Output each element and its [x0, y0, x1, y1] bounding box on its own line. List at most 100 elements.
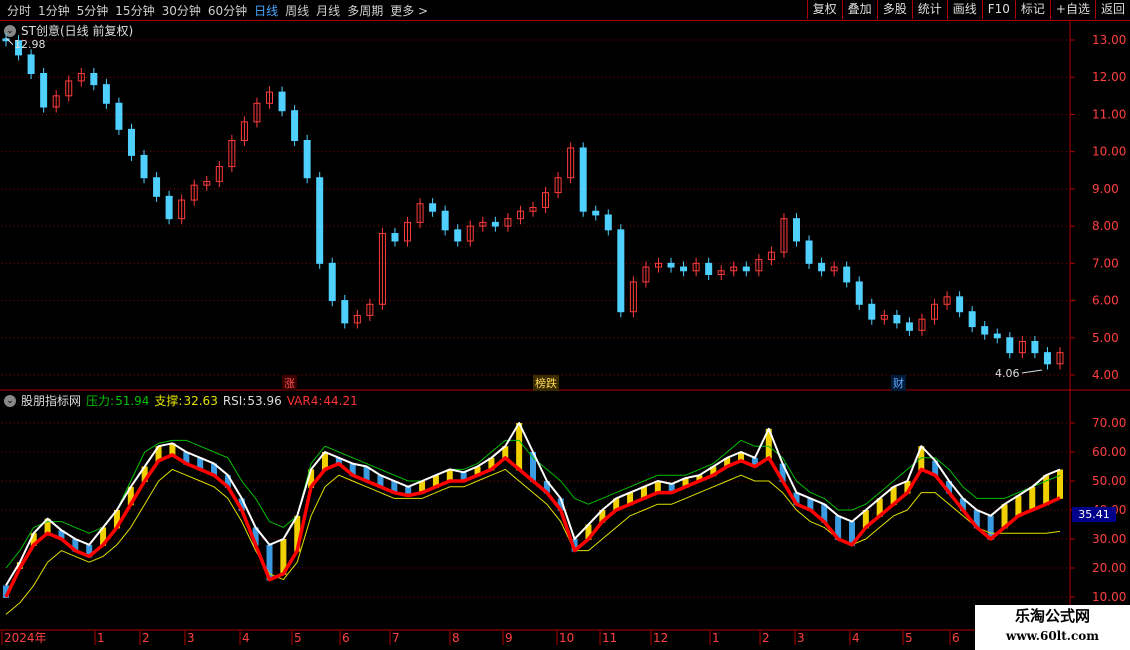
candle-body [843, 266, 851, 283]
candle-body [993, 333, 1001, 339]
candle-body [153, 177, 161, 197]
time-label: 3 [187, 631, 195, 645]
chart-canvas[interactable]: 13.00 12.00 11.00 10.00 9.00 8.00 7.00 6.00 5.00… [0, 0, 1130, 650]
candle-body [742, 266, 750, 272]
watermark-url: www.60lt.com [1006, 629, 1099, 643]
candle-body [165, 195, 173, 220]
rsi-band-bar [516, 423, 523, 471]
var4-value: 44.21 [323, 393, 358, 408]
candle-body [1006, 337, 1014, 354]
watermark-title: 乐淘公式网 [1014, 607, 1090, 625]
candle-body [818, 262, 826, 272]
price-tick-label: 12.00 [1092, 70, 1126, 84]
price-tick-label: 11.00 [1092, 107, 1126, 121]
candle-body [667, 262, 675, 268]
time-label: 4 [242, 631, 250, 645]
time-label: 8 [452, 631, 460, 645]
time-label: 5 [905, 631, 913, 645]
candle-body [90, 73, 98, 86]
candle-body [291, 110, 299, 141]
time-label: 10 [559, 631, 574, 645]
time-label: 2 [142, 631, 150, 645]
candle-body [115, 102, 123, 130]
price-tick-label: 7.00 [1092, 256, 1119, 270]
support-value: 32.63 [183, 393, 218, 408]
candle-body [905, 322, 913, 331]
indicator-line-rsi [5, 422, 1061, 586]
candle-body [981, 326, 989, 335]
price-tick-label: 13.00 [1092, 33, 1126, 47]
indicator-tick-label: 50.00 [1092, 474, 1126, 488]
price-tick-label: 6.00 [1092, 294, 1119, 308]
indicator-tick-label: 20.00 [1092, 561, 1126, 575]
candle-body [956, 296, 964, 313]
indicator-line-support [5, 468, 1061, 615]
price-tick-label: 4.00 [1092, 368, 1119, 382]
indicator-tick-label: 10.00 [1092, 590, 1126, 604]
chevron-down-icon[interactable]: ⌄ [4, 394, 16, 407]
candle-body [1043, 352, 1051, 365]
rsi-value: 53.96 [247, 393, 282, 408]
candle-body [278, 91, 286, 112]
time-label: 3 [797, 631, 805, 645]
price-axis: 13.00 12.00 11.00 10.00 9.00 8.00 7.00 6.00 5.00… [1070, 33, 1126, 382]
indicator-name: 股朋指标网 [21, 394, 82, 408]
candle-body [855, 281, 863, 305]
time-label: 2024年 [4, 631, 47, 645]
candle-body [303, 140, 311, 179]
event-marker-rise[interactable]: 涨 [282, 375, 297, 391]
candle-body [454, 229, 462, 242]
candle-series [2, 33, 1064, 374]
time-label: 4 [852, 631, 860, 645]
current-value-tag: 35.41 [1072, 507, 1116, 522]
event-marker-finance[interactable]: 财 [891, 375, 906, 391]
candle-body [27, 54, 35, 74]
time-label: 1 [97, 631, 105, 645]
low-arrow [1021, 369, 1043, 374]
candle-body [127, 128, 135, 156]
indicator-tick-label: 60.00 [1092, 445, 1126, 459]
candle-body [429, 203, 437, 212]
price-tick-label: 8.00 [1092, 219, 1119, 233]
time-label: 6 [342, 631, 350, 645]
candle-body [579, 147, 587, 212]
price-tick-label: 10.00 [1092, 145, 1126, 159]
candle-body [1031, 341, 1039, 354]
indicator-tick-label: 70.00 [1092, 416, 1126, 430]
price-tick-label: 5.00 [1092, 331, 1119, 345]
time-label: 2 [762, 631, 770, 645]
low-price-label: 4.06 [995, 367, 1020, 380]
event-marker-drop[interactable]: 榜跌 [533, 375, 559, 391]
candle-body [441, 210, 449, 231]
time-label: 12 [653, 631, 668, 645]
candle-body [604, 214, 612, 231]
candle-body [316, 177, 324, 264]
var4-label: VAR4: [286, 393, 323, 408]
candle-body [868, 303, 876, 320]
time-label: 6 [952, 631, 960, 645]
candle-body [140, 154, 148, 179]
candle-body [893, 314, 901, 324]
indicator-tick-label: 30.00 [1092, 532, 1126, 546]
candle-body [705, 262, 713, 276]
candle-body [805, 240, 813, 264]
support-label: 支撑: [154, 394, 183, 408]
time-label: 5 [294, 631, 302, 645]
candle-body [592, 210, 600, 216]
rsi-band-bar [1057, 469, 1063, 499]
pressure-value: 51.94 [115, 393, 150, 408]
candle-body [40, 73, 48, 108]
high-price-label: 12.98 [14, 38, 46, 51]
pressure-label: 压力: [86, 394, 115, 408]
candle-body [617, 229, 625, 313]
time-label: 9 [505, 631, 513, 645]
time-label: 7 [392, 631, 400, 645]
candle-body [341, 300, 349, 324]
price-tick-label: 9.00 [1092, 182, 1119, 196]
watermark: 乐淘公式网 www.60lt.com [975, 605, 1130, 650]
indicator-header: ⌄ 股朋指标网 压力: 51.94 支撑: 32.63 RSI: 53.96 VAR4… [4, 392, 358, 409]
candle-body [328, 262, 336, 302]
candle-body [793, 218, 800, 242]
time-label: 1 [712, 631, 720, 645]
time-label: 11 [602, 631, 617, 645]
